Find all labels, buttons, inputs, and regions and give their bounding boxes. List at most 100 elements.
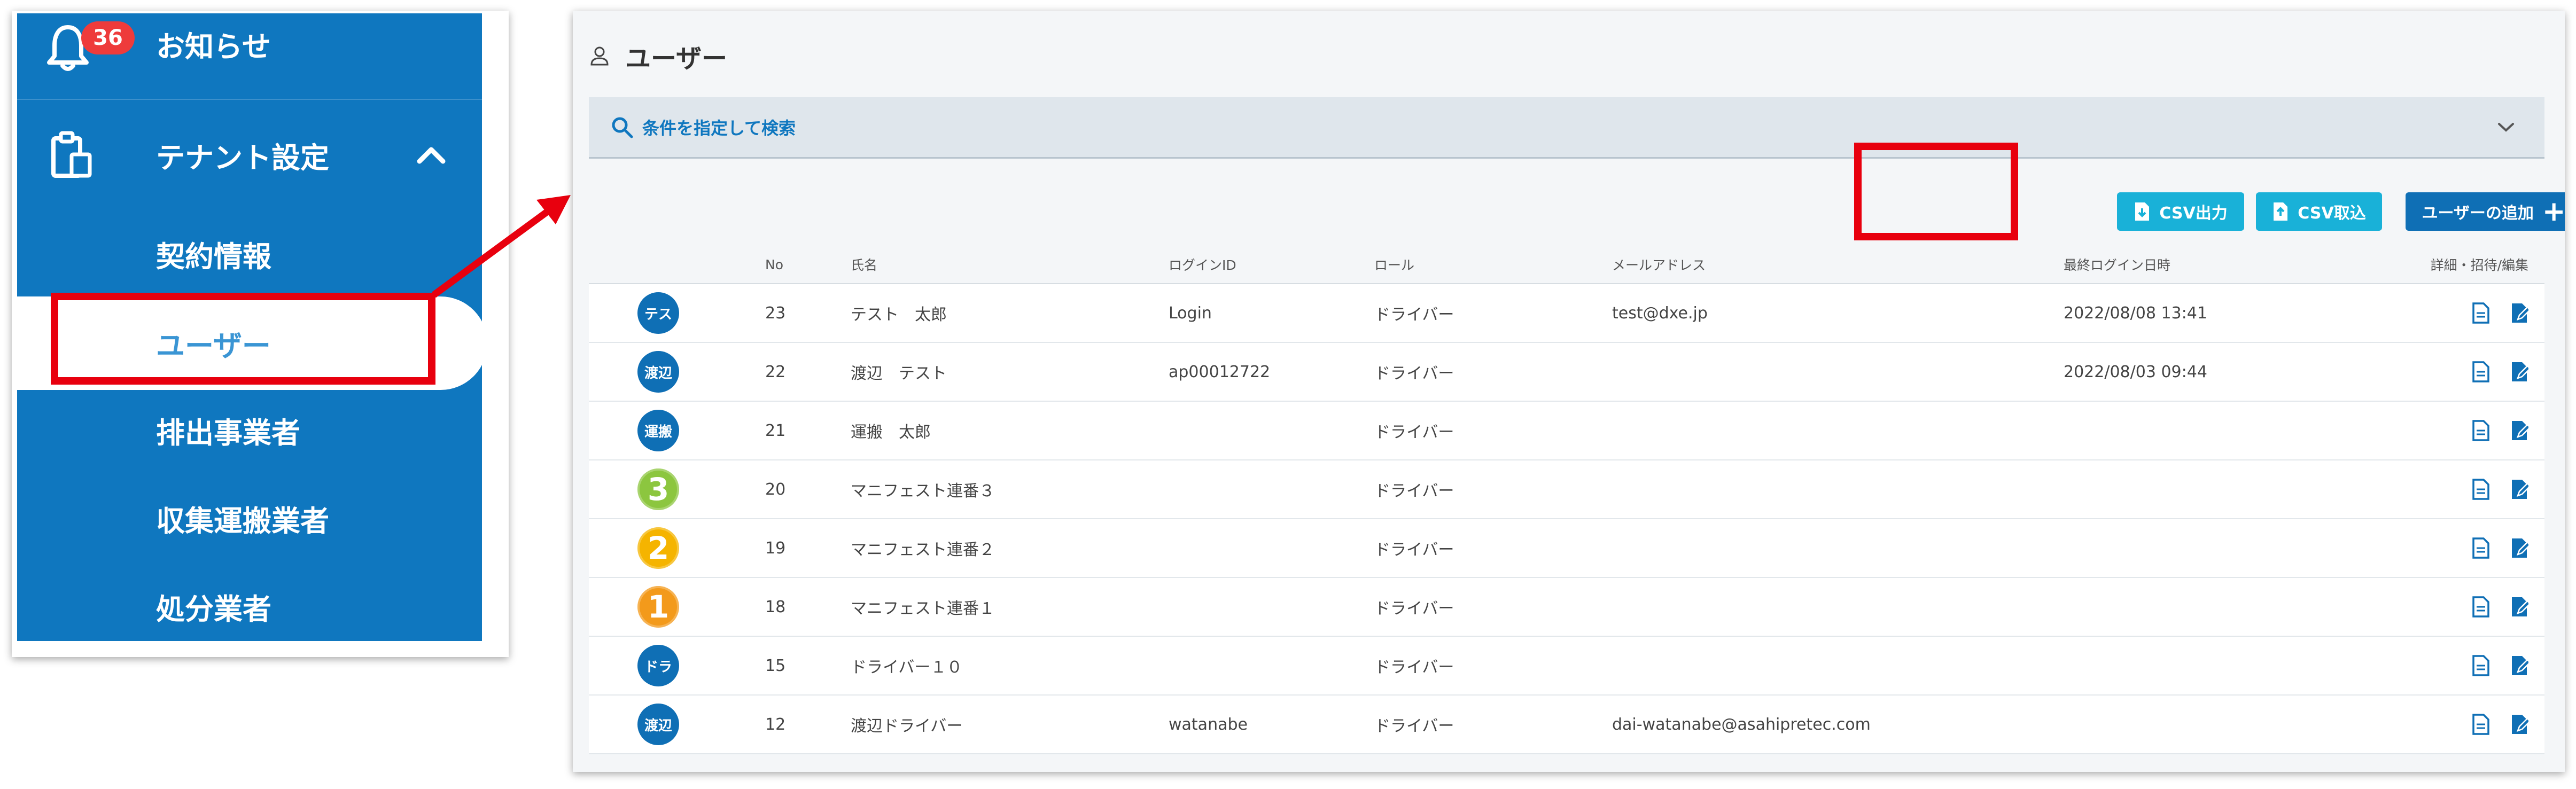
detail-document-icon[interactable] (2472, 302, 2490, 324)
detail-document-icon[interactable] (2472, 361, 2490, 382)
table-row[interactable]: 2 19 マニフェスト連番２ ドライバー (589, 519, 2544, 578)
sidebar-item-label: 収集運搬業者 (156, 504, 329, 538)
cell-last-login: 2022/08/08 13:41 (2064, 303, 2207, 323)
detail-document-icon[interactable] (2472, 420, 2490, 441)
cell-role: ドライバー (1374, 717, 1454, 736)
avatar: テス (637, 292, 679, 334)
table-row[interactable]: 運搬 21 運搬 太郎 ドライバー (589, 402, 2544, 460)
edit-document-icon[interactable] (2510, 479, 2528, 500)
cell-name: 運搬 太郎 (851, 423, 931, 442)
header-email: メールアドレス (1612, 257, 1706, 273)
cell-login-id: ap00012722 (1169, 362, 1271, 381)
user-list-panel: ユーザー 条件を指定して検索 CSV出力 CSV取込 ユーザーの追加 + No … (573, 11, 2565, 772)
header-no: No (765, 256, 783, 272)
avatar-cell: 渡辺 (636, 343, 681, 401)
table-body: テス 23 テスト 太郎 Login ドライバー test@dxe.jp 202… (589, 284, 2544, 754)
csv-export-button[interactable]: CSV出力 (2117, 192, 2244, 231)
search-icon (612, 117, 633, 138)
search-conditions-accordion[interactable]: 条件を指定して検索 (589, 97, 2544, 159)
user-icon (590, 46, 609, 66)
csv-import-button[interactable]: CSV取込 (2256, 192, 2382, 231)
sidebar-item-notifications[interactable]: 36 お知らせ (17, 13, 482, 88)
header-actions: 詳細・招待/編集 (2430, 257, 2528, 273)
detail-document-icon[interactable] (2472, 479, 2490, 500)
cell-role: ドライバー (1374, 658, 1454, 677)
cell-role: ドライバー (1374, 482, 1454, 501)
cell-no: 22 (765, 362, 786, 381)
chevron-up-icon[interactable] (415, 144, 447, 166)
sidebar-item-label: 契約情報 (156, 239, 271, 274)
table-row[interactable]: ドラ 15 ドライバー１０ ドライバー (589, 637, 2544, 696)
cell-role: ドライバー (1374, 423, 1454, 442)
table-row[interactable]: テス 23 テスト 太郎 Login ドライバー test@dxe.jp 202… (589, 284, 2544, 343)
actions-cell (2403, 402, 2528, 459)
table-row[interactable]: 3 20 マニフェスト連番３ ドライバー (589, 460, 2544, 519)
chevron-down-icon[interactable] (2497, 121, 2515, 134)
avatar: 渡辺 (637, 704, 679, 745)
add-user-label: ユーザーの追加 (2422, 204, 2534, 223)
sidebar-item-contract[interactable]: 契約情報 (17, 211, 482, 296)
avatar-number-icon: 1 (637, 586, 679, 628)
cell-role: ドライバー (1374, 306, 1454, 324)
csv-export-label: CSV出力 (2159, 204, 2228, 223)
cell-name: ドライバー１０ (851, 658, 963, 677)
cell-last-login: 2022/08/03 09:44 (2064, 362, 2207, 381)
header-last-login: 最終ログイン日時 (2064, 257, 2171, 273)
cell-no: 18 (765, 597, 786, 616)
cell-no: 23 (765, 303, 786, 323)
cell-no: 21 (765, 421, 786, 440)
header-role: ロール (1374, 257, 1415, 273)
table-row[interactable]: 1 18 マニフェスト連番１ ドライバー (589, 578, 2544, 637)
actions-cell (2403, 284, 2528, 342)
toolbar: CSV出力 CSV取込 ユーザーの追加 + (589, 160, 2565, 246)
avatar-cell: 1 (636, 578, 681, 636)
cell-no: 12 (765, 715, 786, 734)
edit-document-icon[interactable] (2510, 537, 2528, 559)
actions-cell (2403, 578, 2528, 636)
sidebar-item-tenant-settings[interactable]: テナント設定 (17, 112, 482, 198)
detail-document-icon[interactable] (2472, 596, 2490, 618)
edit-document-icon[interactable] (2510, 361, 2528, 382)
detail-document-icon[interactable] (2472, 714, 2490, 735)
edit-document-icon[interactable] (2510, 655, 2528, 676)
file-download-icon (2135, 202, 2150, 221)
cell-no: 20 (765, 480, 786, 499)
cell-email: dai-watanabe@asahipretec.com (1612, 715, 1871, 734)
avatar-cell: 2 (636, 519, 681, 577)
cell-login-id: Login (1169, 303, 1212, 323)
file-upload-icon (2274, 202, 2288, 221)
sidebar-item-disposers[interactable]: 処分業者 (17, 564, 482, 641)
avatar-number-icon: 3 (637, 468, 679, 510)
actions-cell (2403, 637, 2528, 694)
edit-document-icon[interactable] (2510, 596, 2528, 618)
table-row[interactable]: 渡辺 12 渡辺ドライバー watanabe ドライバー dai-watanab… (589, 696, 2544, 754)
avatar: 渡辺 (637, 351, 679, 393)
notification-count-badge: 36 (81, 21, 135, 54)
header-name: 氏名 (851, 257, 878, 273)
cell-login-id: watanabe (1169, 715, 1248, 734)
cell-role: ドライバー (1374, 364, 1454, 383)
sidebar-item-label: 処分業者 (156, 592, 271, 626)
header-login-id: ログインID (1169, 257, 1236, 273)
cell-role: ドライバー (1374, 541, 1454, 559)
detail-document-icon[interactable] (2472, 537, 2490, 559)
avatar-cell: 運搬 (636, 402, 681, 459)
table-row[interactable]: 渡辺 22 渡辺 テスト ap00012722 ドライバー 2022/08/03… (589, 343, 2544, 402)
cell-name: マニフェスト連番１ (851, 599, 995, 618)
actions-cell (2403, 460, 2528, 518)
add-user-button[interactable]: ユーザーの追加 + (2406, 192, 2565, 231)
highlight-box-add-user (1854, 143, 2018, 240)
sidebar-item-label: 排出事業者 (156, 416, 300, 450)
detail-document-icon[interactable] (2472, 655, 2490, 676)
user-table: No 氏名 ログインID ロール メールアドレス 最終ログイン日時 詳細・招待/… (589, 246, 2544, 754)
edit-document-icon[interactable] (2510, 714, 2528, 735)
highlight-box-users (51, 293, 435, 385)
sidebar-item-label: お知らせ (156, 30, 271, 64)
sidebar-item-collectors[interactable]: 収集運搬業者 (17, 475, 482, 561)
sidebar-item-emitters[interactable]: 排出事業者 (17, 387, 482, 473)
edit-document-icon[interactable] (2510, 302, 2528, 324)
cell-name: マニフェスト連番２ (851, 541, 995, 559)
edit-document-icon[interactable] (2510, 420, 2528, 441)
actions-cell (2403, 519, 2528, 577)
cell-no: 15 (765, 656, 786, 675)
